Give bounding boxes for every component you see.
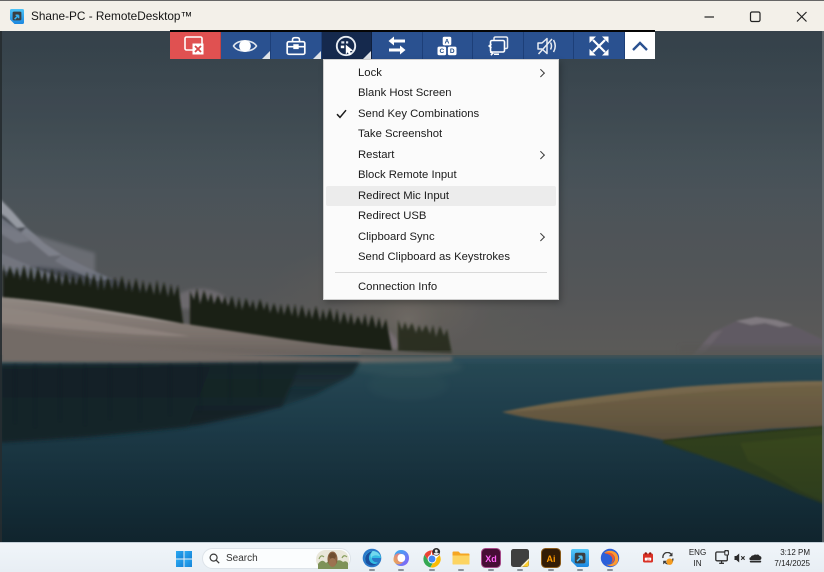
svg-text:Xd: Xd [485,554,497,564]
svg-text:A: A [445,38,450,45]
svg-text:10: 10 [646,557,650,561]
svg-text:D: D [450,48,455,55]
svg-text:C: C [440,48,445,55]
svg-text:Ai: Ai [547,554,556,564]
